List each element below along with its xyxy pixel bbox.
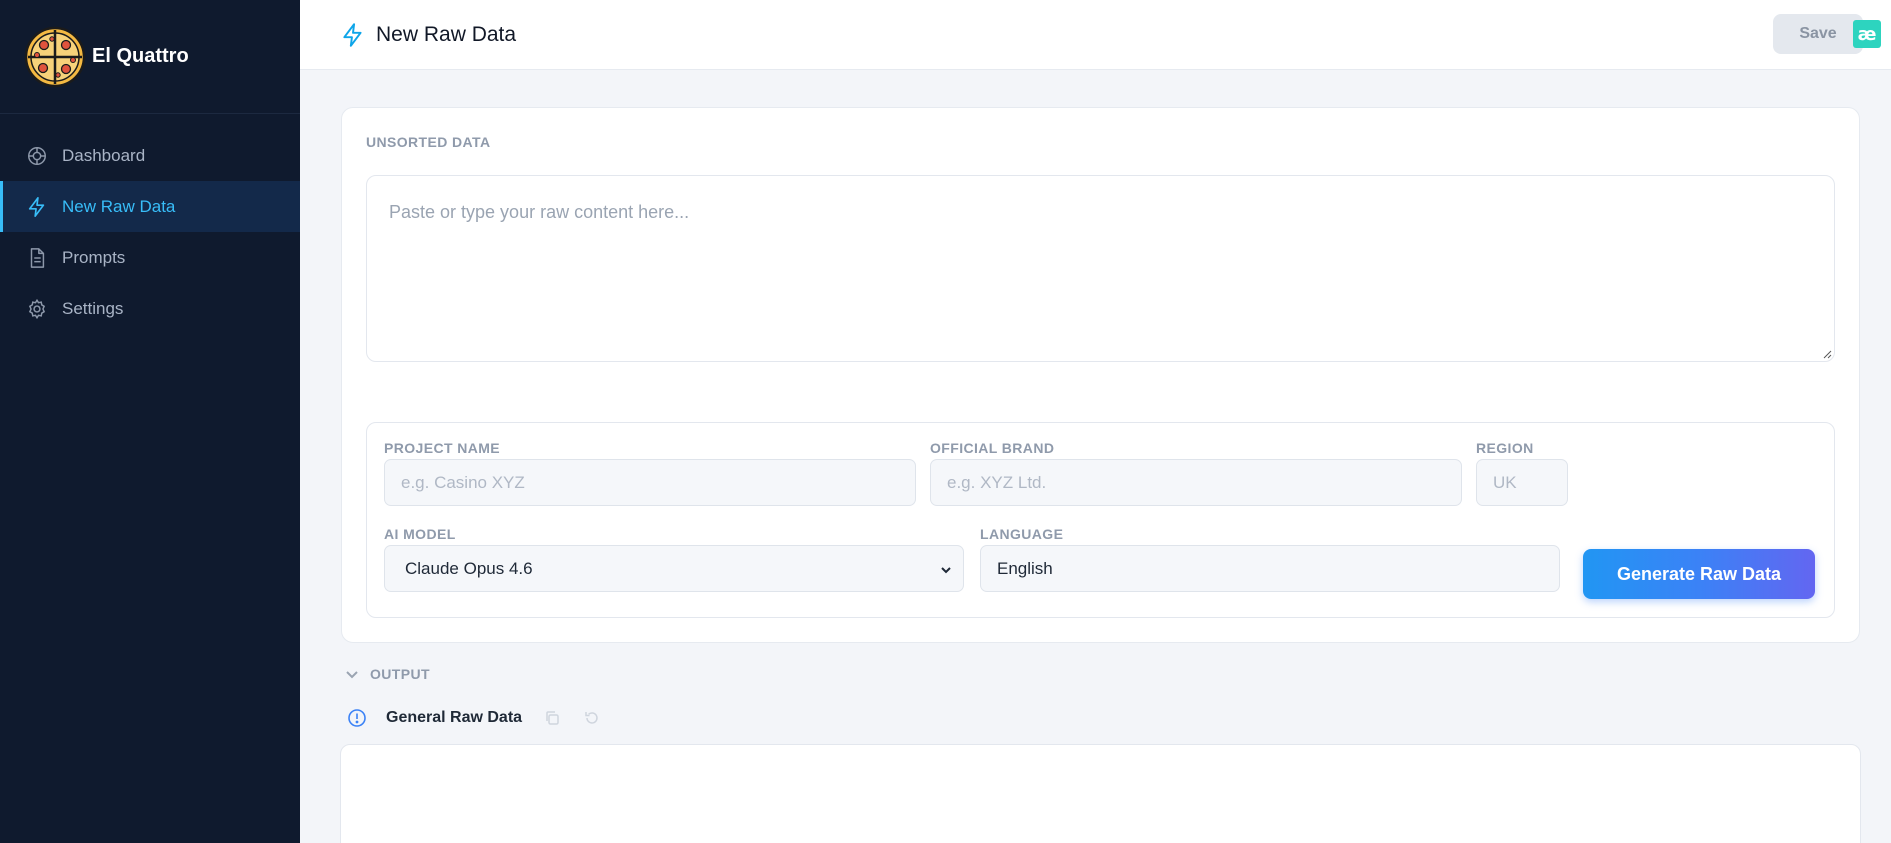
region-input[interactable]: UK [1476, 459, 1568, 506]
page-title: New Raw Data [376, 22, 517, 46]
dashboard-icon [26, 145, 48, 167]
official-brand-label: OFFICIAL BRAND [930, 440, 1055, 456]
textarea-placeholder: Paste or type your raw content here... [389, 202, 690, 222]
region-label: REGION [1476, 440, 1534, 456]
chevron-down-icon [344, 666, 360, 682]
brand[interactable]: El Quattro [0, 0, 300, 114]
info-circle-icon [346, 707, 368, 729]
output-toggle[interactable]: OUTPUT [344, 666, 430, 682]
chevron-down-icon [939, 562, 953, 576]
output-title: General Raw Data [386, 709, 523, 726]
language-value: English [997, 558, 1053, 578]
page-header: New Raw Data Save æ [300, 0, 1891, 70]
lightning-icon [340, 22, 366, 48]
ai-model-select[interactable]: Claude Opus 4.6 [384, 545, 964, 592]
region-placeholder: UK [1493, 472, 1517, 492]
ai-model-label: AI MODEL [384, 526, 456, 542]
lightning-icon [26, 196, 48, 218]
document-icon [26, 247, 48, 269]
official-brand-input[interactable]: e.g. XYZ Ltd. [930, 459, 1462, 506]
official-brand-placeholder: e.g. XYZ Ltd. [947, 472, 1047, 492]
resize-handle-icon[interactable] [1822, 349, 1832, 359]
gear-icon [26, 298, 48, 320]
project-name-input[interactable]: e.g. Casino XYZ [384, 459, 916, 506]
reset-icon[interactable] [582, 708, 602, 728]
sidebar-item-label: New Raw Data [62, 196, 176, 216]
raw-data-card: UNSORTED DATA Paste or type your raw con… [341, 107, 1860, 643]
sidebar: El Quattro Dashboard New Raw Data Prompt… [0, 0, 300, 843]
sidebar-item-label: Prompts [62, 247, 126, 267]
sidebar-item-prompts[interactable]: Prompts [0, 232, 300, 283]
output-textarea[interactable] [340, 744, 1861, 843]
unsorted-data-textarea[interactable]: Paste or type your raw content here... [366, 175, 1835, 362]
pizza-logo-icon [24, 26, 86, 87]
language-label: LANGUAGE [980, 526, 1064, 542]
copy-icon[interactable] [542, 708, 562, 728]
sidebar-item-settings[interactable]: Settings [0, 283, 300, 334]
sidebar-item-new-raw-data[interactable]: New Raw Data [0, 181, 300, 232]
language-input[interactable]: English [980, 545, 1560, 592]
unsorted-data-label: UNSORTED DATA [366, 134, 491, 150]
sidebar-item-dashboard[interactable]: Dashboard [0, 130, 300, 181]
sidebar-item-label: Settings [62, 298, 124, 318]
extension-badge-icon[interactable]: æ [1853, 20, 1881, 48]
project-name-placeholder: e.g. Casino XYZ [401, 472, 525, 492]
output-header-row: General Raw Data [346, 706, 602, 730]
ai-model-value: Claude Opus 4.6 [405, 558, 533, 578]
sidebar-nav: Dashboard New Raw Data Prompts Settings [0, 130, 300, 334]
generation-form: PROJECT NAME e.g. Casino XYZ OFFICIAL BR… [366, 422, 1835, 618]
brand-name: El Quattro [92, 45, 189, 67]
save-button[interactable]: Save [1773, 14, 1863, 54]
project-name-label: PROJECT NAME [384, 440, 501, 456]
sidebar-item-label: Dashboard [62, 145, 146, 165]
generate-raw-data-button[interactable]: Generate Raw Data [1583, 549, 1815, 599]
output-label: OUTPUT [370, 666, 430, 682]
